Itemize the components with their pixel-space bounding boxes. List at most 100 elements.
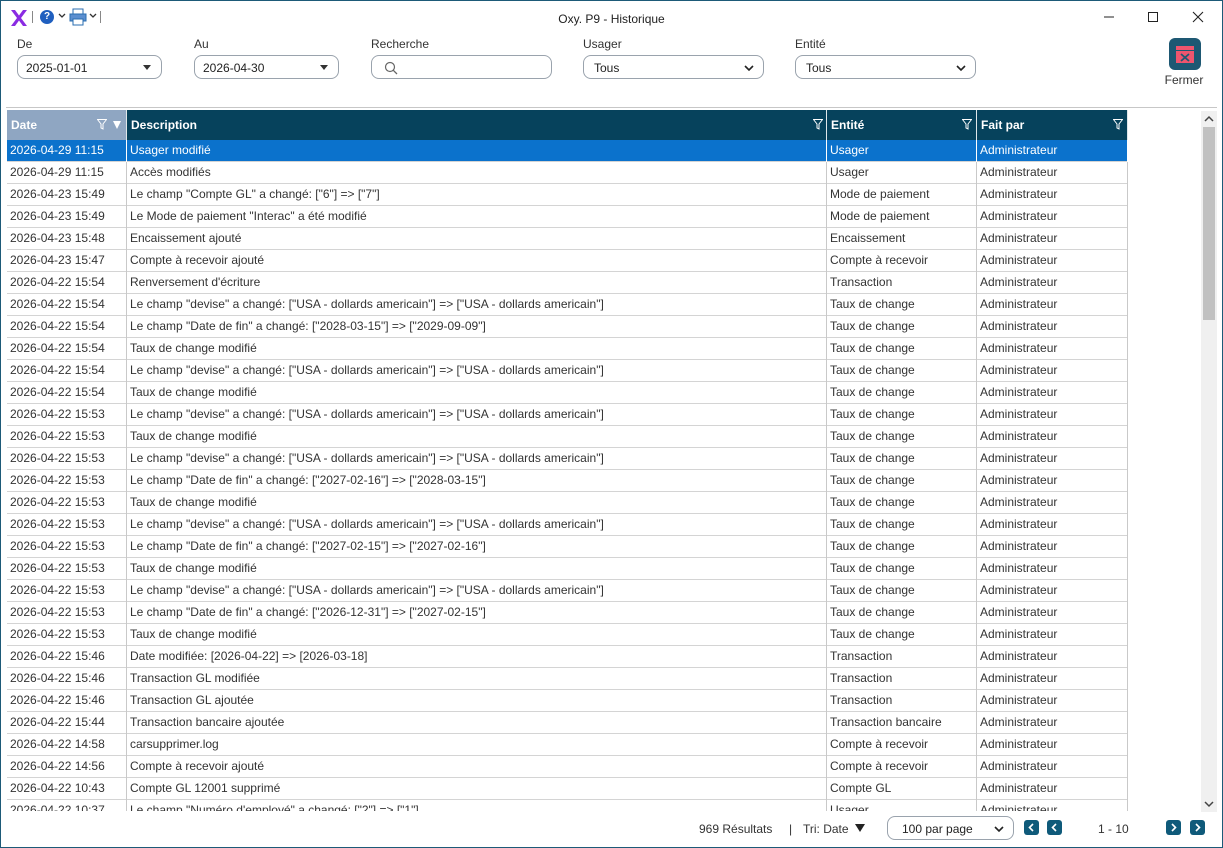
cell-date: 2026-04-22 15:53 — [7, 426, 127, 448]
cell-description: Taux de change modifié — [127, 382, 827, 404]
cell-description: Le champ "devise" a changé: ["USA - doll… — [127, 448, 827, 470]
table-row[interactable]: 2026-04-22 15:53 Taux de change modifié Ta… — [7, 624, 1128, 646]
table-row[interactable]: 2026-04-22 15:53 Le champ "devise" a chan… — [7, 514, 1128, 536]
cell-done-by: Administrateur — [977, 250, 1128, 272]
search-input[interactable] — [404, 59, 544, 75]
table-row[interactable]: 2026-04-23 15:48 Encaissement ajouté Encai… — [7, 228, 1128, 250]
results-count: 969 Résultats — [699, 822, 773, 836]
footer: 969 Résultats | Tri: Date 100 par page 1… — [1, 812, 1222, 847]
table-row[interactable]: 2026-04-23 15:49 Le Mode de paiement "Int… — [7, 206, 1128, 228]
scroll-up-icon[interactable] — [1204, 114, 1214, 124]
cell-entity: Transaction — [827, 690, 977, 712]
column-header-description[interactable]: Description — [127, 110, 827, 140]
column-header-date-label: Date — [11, 118, 38, 132]
chevron-down-icon — [956, 65, 966, 72]
table-row[interactable]: 2026-04-22 15:53 Le champ "devise" a chan… — [7, 404, 1128, 426]
table-row[interactable]: 2026-04-22 15:53 Le champ "Date de fin" a… — [7, 470, 1128, 492]
filter-icon[interactable] — [962, 119, 972, 130]
close-window-icon[interactable] — [1190, 9, 1206, 25]
table-row[interactable]: 2026-04-22 15:46 Transaction GL modifiée T… — [7, 668, 1128, 690]
table-row[interactable]: 2026-04-22 15:54 Taux de change modifié Ta… — [7, 338, 1128, 360]
table-row[interactable]: 2026-04-22 15:54 Le champ "Date de fin" a… — [7, 316, 1128, 338]
first-page-icon — [1028, 823, 1034, 832]
table-row[interactable]: 2026-04-22 15:53 Taux de change modifié Ta… — [7, 426, 1128, 448]
cell-entity: Taux de change — [827, 492, 977, 514]
minimize-icon[interactable] — [1101, 9, 1117, 25]
table-row[interactable]: 2026-04-22 15:53 Le champ "devise" a chan… — [7, 580, 1128, 602]
column-header-done-by[interactable]: Fait par — [977, 110, 1128, 140]
last-page-button[interactable] — [1190, 820, 1205, 835]
previous-page-button[interactable] — [1047, 820, 1062, 835]
table-row[interactable]: 2026-04-22 10:37 Le champ "Numéro d'emplo… — [7, 800, 1128, 811]
table-row[interactable]: 2026-04-22 10:43 Compte GL 12001 supprimé… — [7, 778, 1128, 800]
history-window: ? Oxy. P9 - Historique De 2025-01-01 Au … — [0, 0, 1223, 848]
table-row[interactable]: 2026-04-22 15:53 Le champ "Date de fin" a… — [7, 536, 1128, 558]
column-header-entity[interactable]: Entité — [827, 110, 977, 140]
cell-date: 2026-04-22 15:54 — [7, 382, 127, 404]
cell-done-by: Administrateur — [977, 316, 1128, 338]
to-date-dropdown[interactable]: 2026-04-30 — [194, 55, 339, 79]
table-header: Date Description Entité Fait par — [7, 110, 1128, 140]
table-row[interactable]: 2026-04-23 15:49 Le champ "Compte GL" a c… — [7, 184, 1128, 206]
cell-done-by: Administrateur — [977, 338, 1128, 360]
filter-icon[interactable] — [813, 119, 823, 130]
column-header-description-label: Description — [131, 118, 198, 132]
user-filter-dropdown[interactable]: Tous — [583, 55, 764, 79]
per-page-dropdown[interactable]: 100 par page — [887, 816, 1014, 840]
close-button-icon — [1169, 38, 1201, 70]
cell-entity: Taux de change — [827, 536, 977, 558]
chevron-down-icon — [744, 65, 754, 72]
search-field[interactable] — [371, 55, 552, 79]
scrollbar-thumb[interactable] — [1203, 127, 1215, 320]
table-row[interactable]: 2026-04-22 14:58 carsupprimer.log Compte à… — [7, 734, 1128, 756]
vertical-scrollbar[interactable] — [1201, 111, 1217, 812]
table-row[interactable]: 2026-04-22 15:53 Le champ "devise" a chan… — [7, 448, 1128, 470]
cell-entity: Taux de change — [827, 316, 977, 338]
entity-filter-dropdown[interactable]: Tous — [795, 55, 976, 79]
next-page-button[interactable] — [1166, 820, 1181, 835]
cell-description: Date modifiée: [2026-04-22] => [2026-03-… — [127, 646, 827, 668]
maximize-icon[interactable] — [1145, 9, 1161, 25]
table-row[interactable]: 2026-04-22 15:46 Date modifiée: [2026-04-… — [7, 646, 1128, 668]
header-divider — [6, 107, 1217, 108]
from-date-dropdown[interactable]: 2025-01-01 — [17, 55, 162, 79]
column-header-date[interactable]: Date — [7, 110, 127, 140]
cell-done-by: Administrateur — [977, 360, 1128, 382]
table-row[interactable]: 2026-04-22 15:44 Transaction bancaire ajo… — [7, 712, 1128, 734]
sort-label[interactable]: Tri: Date — [803, 822, 849, 836]
cell-description: Le champ "Date de fin" a changé: ["2027-… — [127, 470, 827, 492]
first-page-button[interactable] — [1024, 820, 1039, 835]
table-row[interactable]: 2026-04-22 15:54 Le champ "devise" a chan… — [7, 294, 1128, 316]
cell-done-by: Administrateur — [977, 778, 1128, 800]
table-row[interactable]: 2026-04-22 15:54 Renversement d'écriture T… — [7, 272, 1128, 294]
table-row[interactable]: 2026-04-22 15:53 Taux de change modifié Ta… — [7, 558, 1128, 580]
cell-description: Encaissement ajouté — [127, 228, 827, 250]
column-header-entity-label: Entité — [831, 118, 865, 132]
sort-toggle-icon[interactable] — [855, 824, 865, 832]
cell-description: Le champ "Date de fin" a changé: ["2027-… — [127, 536, 827, 558]
cell-entity: Taux de change — [827, 404, 977, 426]
table-row[interactable]: 2026-04-22 15:53 Taux de change modifié Ta… — [7, 492, 1128, 514]
from-date-value: 2025-01-01 — [26, 61, 88, 75]
cell-entity: Compte à recevoir — [827, 734, 977, 756]
table-row[interactable]: 2026-04-23 15:47 Compte à recevoir ajouté… — [7, 250, 1128, 272]
cell-date: 2026-04-22 14:56 — [7, 756, 127, 778]
filter-icon[interactable] — [97, 119, 107, 130]
cell-date: 2026-04-23 15:49 — [7, 206, 127, 228]
cell-entity: Transaction — [827, 668, 977, 690]
cell-date: 2026-04-22 10:37 — [7, 800, 127, 811]
table-row[interactable]: 2026-04-22 15:53 Le champ "Date de fin" a… — [7, 602, 1128, 624]
table-row[interactable]: 2026-04-22 15:54 Taux de change modifié Ta… — [7, 382, 1128, 404]
table-row[interactable]: 2026-04-22 15:46 Transaction GL ajoutée Tr… — [7, 690, 1128, 712]
previous-page-icon — [1051, 823, 1057, 832]
close-button[interactable]: Fermer — [1159, 37, 1209, 92]
cell-done-by: Administrateur — [977, 690, 1128, 712]
table-row[interactable]: 2026-04-22 15:54 Le champ "devise" a chan… — [7, 360, 1128, 382]
scroll-down-icon[interactable] — [1204, 799, 1214, 809]
filter-icon[interactable] — [1113, 119, 1123, 130]
table-row[interactable]: 2026-04-29 11:15 Accès modifiés Usager Admi… — [7, 162, 1128, 184]
table-row[interactable]: 2026-04-29 11:15 Usager modifié Usager Admi… — [7, 140, 1128, 162]
table-row[interactable]: 2026-04-22 14:56 Compte à recevoir ajouté… — [7, 756, 1128, 778]
dropdown-arrow-icon — [320, 65, 328, 70]
cell-entity: Mode de paiement — [827, 206, 977, 228]
